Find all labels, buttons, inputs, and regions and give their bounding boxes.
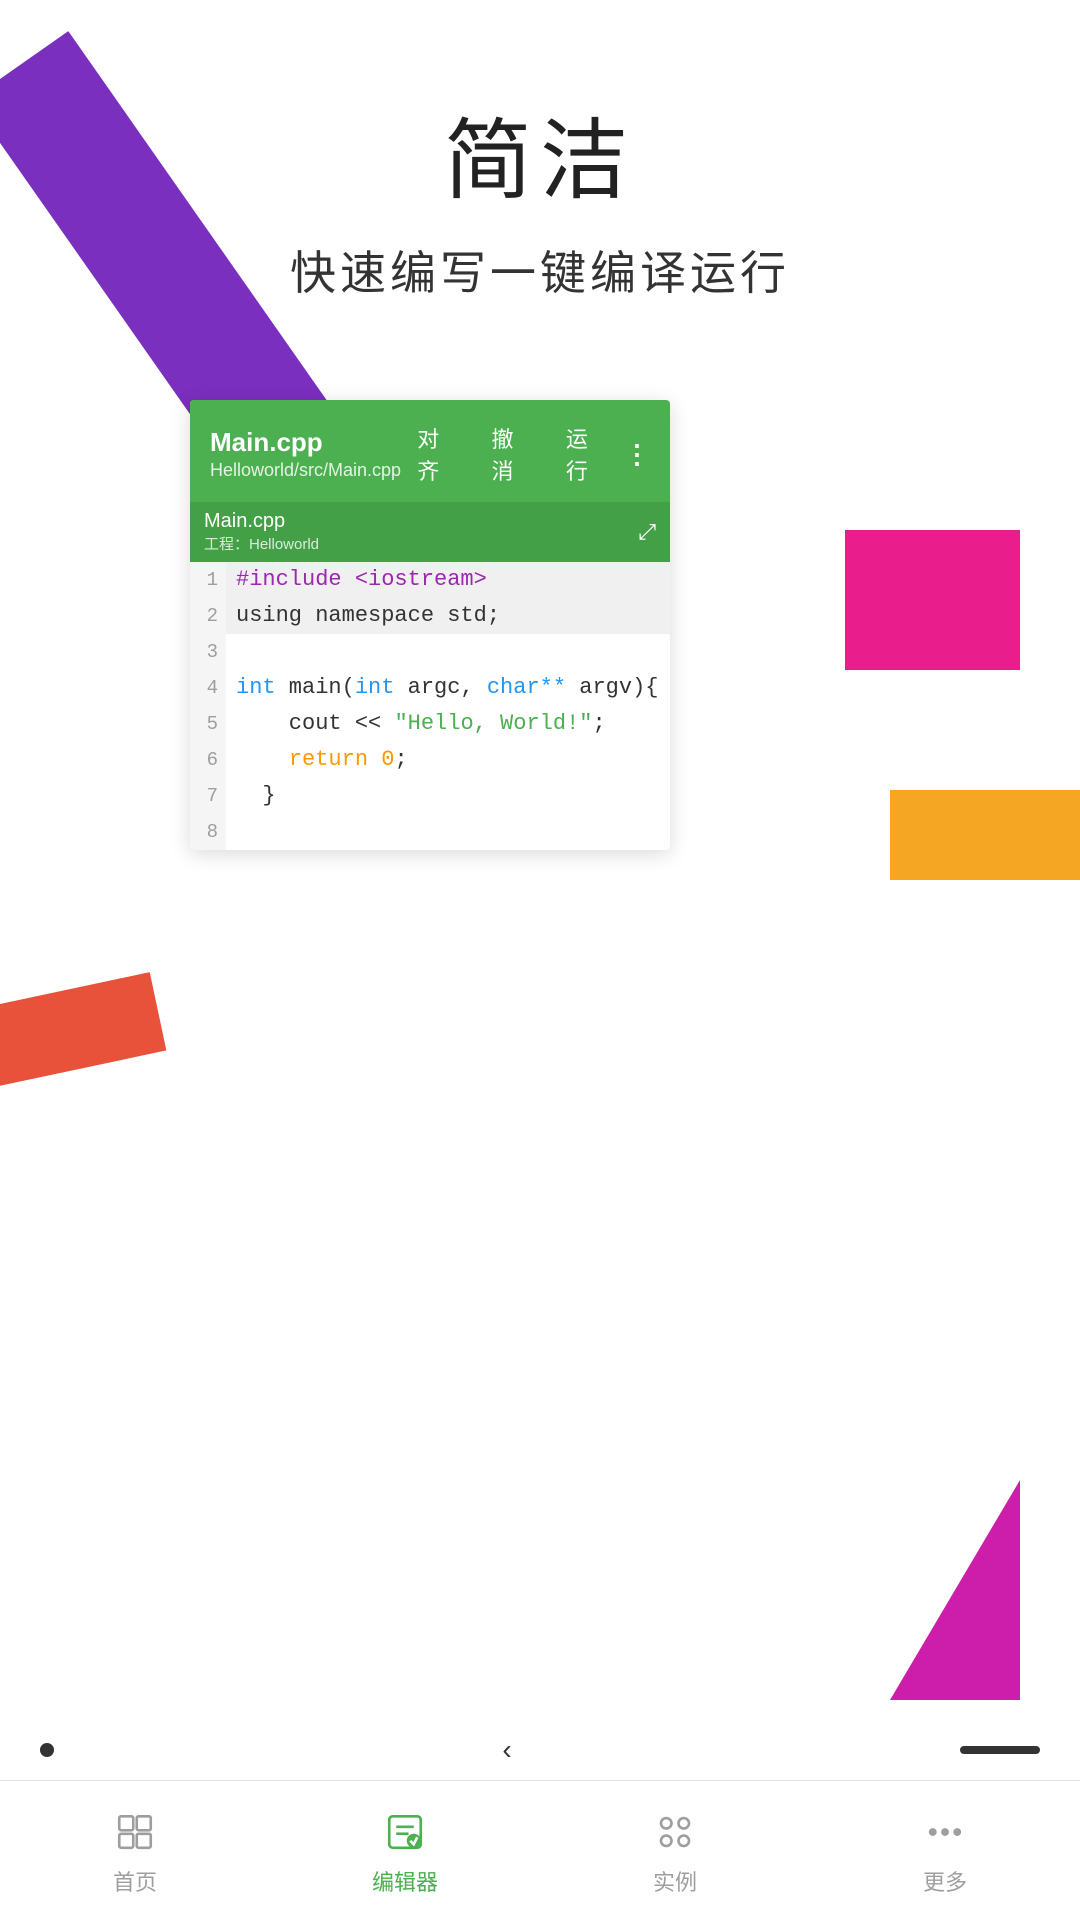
file-info: Main.cpp Helloworld/src/Main.cpp — [210, 427, 401, 481]
code-line-8: 8 — [190, 814, 670, 850]
code-content-1: #include <iostream> — [226, 562, 670, 598]
align-button[interactable]: 对齐 — [401, 418, 455, 490]
run-button[interactable]: 运行 — [550, 418, 604, 490]
more-menu-button[interactable]: ⋮ — [624, 439, 650, 470]
code-line-6: 6 return 0; — [190, 742, 670, 778]
editor-nav-label: 编辑器 — [372, 1865, 438, 1897]
status-bar: ‹ — [0, 1725, 1080, 1775]
line-number-2: 2 — [190, 598, 226, 634]
editor-card: Main.cpp Helloworld/src/Main.cpp 对齐 撤消 运… — [190, 400, 670, 850]
code-content-2: using namespace std; — [226, 598, 670, 634]
code-area[interactable]: 1 #include <iostream> 2 using namespace … — [190, 562, 670, 850]
line-number-7: 7 — [190, 778, 226, 814]
code-content-5: cout << "Hello, World!"; — [226, 706, 670, 742]
tab-filename: Main.cpp — [204, 510, 319, 533]
back-button[interactable]: ‹ — [502, 1734, 511, 1766]
home-nav-icon — [108, 1805, 162, 1859]
bottom-nav: 首页 编辑器 实例 — [0, 1780, 1080, 1920]
editor-tab-bar: Main.cpp 工程：Helloworld ⤢ — [190, 502, 670, 562]
decoration-magenta-triangle — [890, 1480, 1020, 1700]
decoration-orange-rect — [890, 790, 1080, 880]
code-content-6: return 0; — [226, 742, 670, 778]
code-content-4: int main(int argc, char** argv){ — [226, 670, 670, 706]
code-line-5: 5 cout << "Hello, World!"; — [190, 706, 670, 742]
code-line-3: 3 — [190, 634, 670, 670]
line-number-5: 5 — [190, 706, 226, 742]
tab-project: 工程：Helloworld — [204, 533, 319, 554]
code-line-1: 1 #include <iostream> — [190, 562, 670, 598]
nav-item-editor[interactable]: 编辑器 — [270, 1805, 540, 1897]
more-nav-label: 更多 — [923, 1865, 967, 1897]
editor-filepath: Helloworld/src/Main.cpp — [210, 460, 401, 481]
decoration-pink-rect — [845, 530, 1020, 670]
status-dot — [40, 1743, 54, 1757]
undo-button[interactable]: 撤消 — [475, 418, 529, 490]
examples-nav-icon — [648, 1805, 702, 1859]
header: 简洁 快速编写一键编译运行 — [0, 0, 1080, 303]
toolbar-actions: 对齐 撤消 运行 ⋮ — [401, 418, 650, 490]
nav-item-more[interactable]: 更多 — [810, 1805, 1080, 1897]
examples-nav-label: 实例 — [653, 1865, 697, 1897]
code-line-4: 4 int main(int argc, char** argv){ — [190, 670, 670, 706]
code-content-8 — [226, 814, 670, 850]
nav-item-examples[interactable]: 实例 — [540, 1805, 810, 1897]
editor-toolbar: Main.cpp Helloworld/src/Main.cpp 对齐 撤消 运… — [190, 400, 670, 502]
code-line-7: 7 } — [190, 778, 670, 814]
home-indicator[interactable] — [960, 1746, 1040, 1754]
code-content-7: } — [226, 778, 670, 814]
line-number-8: 8 — [190, 814, 226, 850]
line-number-4: 4 — [190, 670, 226, 706]
code-line-2: 2 using namespace std; — [190, 598, 670, 634]
line-number-6: 6 — [190, 742, 226, 778]
page-title: 简洁 — [0, 90, 1080, 217]
line-number-1: 1 — [190, 562, 226, 598]
more-nav-icon — [918, 1805, 972, 1859]
page-subtitle: 快速编写一键编译运行 — [0, 237, 1080, 303]
editor-nav-icon — [378, 1805, 432, 1859]
editor-tab[interactable]: Main.cpp 工程：Helloworld — [204, 510, 319, 554]
line-number-3: 3 — [190, 634, 226, 670]
decoration-red-rect — [0, 972, 166, 1088]
code-content-3 — [226, 634, 670, 670]
editor-filename: Main.cpp — [210, 427, 401, 458]
expand-icon[interactable]: ⤢ — [638, 519, 656, 545]
home-nav-label: 首页 — [113, 1865, 157, 1897]
nav-item-home[interactable]: 首页 — [0, 1805, 270, 1897]
